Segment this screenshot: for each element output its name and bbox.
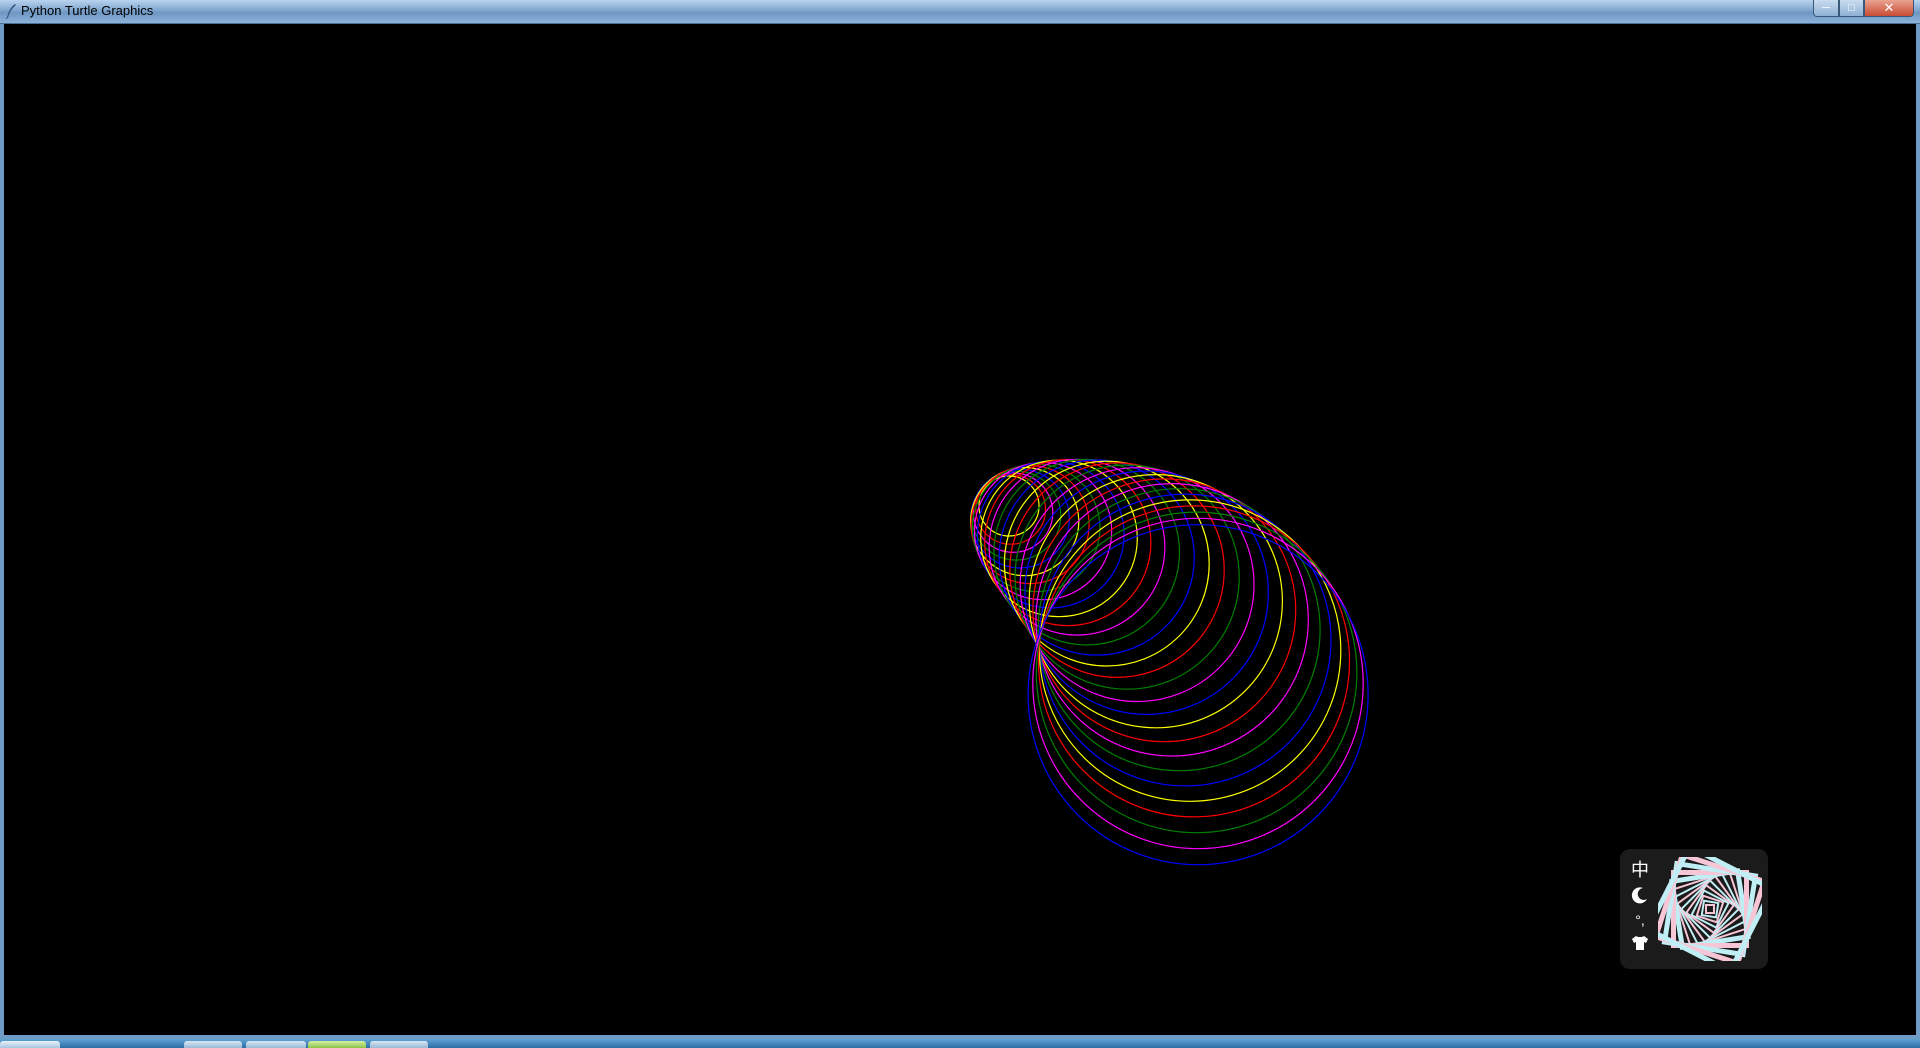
logo-square: [1669, 868, 1751, 950]
close-icon: ✕: [1883, 0, 1895, 15]
shirt-icon[interactable]: [1628, 933, 1652, 955]
logo-square: [1695, 894, 1725, 924]
taskbar-app-4[interactable]: [370, 1041, 428, 1048]
taskbar: [0, 1039, 1920, 1048]
start-button[interactable]: [0, 1041, 60, 1048]
logo-square: [1672, 871, 1748, 947]
maximize-icon: □: [1848, 2, 1855, 14]
spiral-logo[interactable]: [1658, 857, 1762, 961]
title-bar[interactable]: Python Turtle Graphics ─ □ ✕: [0, 0, 1920, 24]
logo-square: [1700, 899, 1720, 919]
feather-icon: [5, 4, 16, 19]
taskbar-app-1[interactable]: [184, 1041, 242, 1048]
taskbar-app-2[interactable]: [246, 1041, 306, 1048]
minimize-button[interactable]: ─: [1813, 0, 1839, 17]
logo-square: [1670, 869, 1750, 949]
logo-square: [1671, 870, 1749, 948]
ime-mode-toggle[interactable]: 中: [1628, 859, 1652, 881]
moon-icon[interactable]: [1628, 885, 1652, 907]
logo-square: [1675, 874, 1745, 944]
minimize-icon: ─: [1822, 2, 1830, 14]
close-button[interactable]: ✕: [1864, 0, 1914, 17]
turtle-circle: [1028, 474, 1284, 729]
ime-toolbar: 中 °,: [1620, 849, 1768, 969]
turtle-window: Python Turtle Graphics ─ □ ✕ 中 °,: [0, 0, 1920, 1048]
window-title: Python Turtle Graphics: [21, 3, 154, 18]
turtle-circle: [1038, 493, 1332, 787]
maximize-button[interactable]: □: [1839, 0, 1864, 17]
logo-square: [1690, 889, 1730, 929]
punctuation-toggle[interactable]: °,: [1628, 909, 1652, 931]
turtle-circle: [1032, 517, 1364, 850]
taskbar-app-3[interactable]: [308, 1041, 366, 1048]
logo-square: [1705, 904, 1715, 914]
